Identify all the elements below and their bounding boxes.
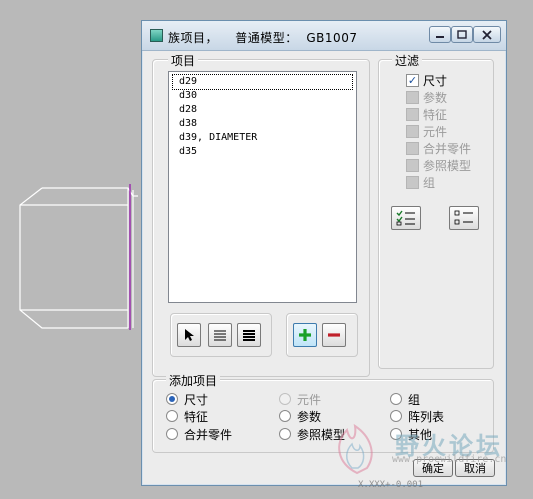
filter-option-label: 组 (423, 175, 436, 190)
add-option[interactable]: 合并零件 (166, 426, 232, 442)
add-parameter-radio[interactable] (279, 410, 291, 422)
filter-option-label: 参照模型 (423, 158, 472, 173)
add-option[interactable]: 组 (390, 391, 420, 407)
list-item[interactable]: d38 (173, 117, 352, 131)
add-items-group-label: 添加项目 (166, 372, 221, 389)
plus-icon (299, 329, 311, 341)
list-item[interactable]: d39, DIAMETER (173, 131, 352, 145)
add-option-label: 特征 (184, 409, 209, 424)
add-dimension-radio[interactable] (166, 393, 178, 405)
list-item[interactable]: d29 (172, 74, 353, 90)
add-option-label: 元件 (297, 392, 322, 407)
add-option[interactable]: 参照模型 (279, 426, 345, 442)
add-merge-part-radio[interactable] (166, 428, 178, 440)
add-other-radio[interactable] (390, 428, 402, 440)
add-reference-model-radio[interactable] (279, 428, 291, 440)
filter-option-label: 合并零件 (423, 141, 472, 156)
add-option-label: 参数 (297, 409, 322, 424)
minimize-button[interactable] (429, 26, 451, 43)
part-outline (19, 187, 138, 329)
list-item[interactable]: d30 (173, 89, 352, 103)
filter-component-checkbox (406, 124, 419, 138)
filter-reference-model-checkbox (406, 158, 419, 172)
filter-feature-checkbox (406, 107, 419, 121)
window-app-icon (150, 29, 163, 42)
select-list-button[interactable] (208, 323, 232, 347)
filter-option: 合并零件 (406, 140, 471, 156)
add-item-button[interactable] (293, 323, 317, 347)
filter-option: 组 (406, 174, 435, 190)
add-option[interactable]: 参数 (279, 408, 321, 424)
remove-item-button[interactable] (322, 323, 346, 347)
add-option: 元件 (279, 391, 321, 407)
list-lines-icon (214, 330, 226, 341)
maximize-button[interactable] (451, 26, 473, 43)
filter-parameter-checkbox (406, 90, 419, 104)
filter-option: 特征 (406, 106, 447, 122)
add-option[interactable]: 阵列表 (390, 408, 444, 424)
select-pointer-button[interactable] (177, 323, 201, 347)
filter-option-label: 参数 (423, 90, 448, 105)
cancel-button[interactable]: 取消 (455, 459, 495, 477)
add-option-label: 其他 (408, 427, 433, 442)
items-group-label: 项目 (168, 52, 199, 69)
add-option-label: 合并零件 (184, 427, 233, 442)
filter-option-label: 特征 (423, 107, 448, 122)
check-all-icon (396, 210, 415, 226)
add-group-radio[interactable] (390, 393, 402, 405)
maximize-icon (457, 30, 467, 39)
list-item[interactable]: d28 (173, 103, 352, 117)
uncheck-all-icon (454, 210, 473, 225)
filter-option: 元件 (406, 123, 447, 139)
add-option[interactable]: 特征 (166, 408, 208, 424)
filter-dimension-checkbox[interactable]: ✓ (406, 73, 419, 87)
select-all-button[interactable] (237, 323, 261, 347)
add-pattern-table-radio[interactable] (390, 410, 402, 422)
items-listbox[interactable]: d29 d30 d28 d38 d39, DIAMETER d35 (168, 71, 357, 303)
add-component-radio (279, 393, 291, 405)
add-option-label: 阵列表 (408, 409, 445, 424)
window-title: 族项目， 普通模型： GB1007 (168, 31, 358, 45)
uncheck-all-button[interactable] (449, 206, 479, 230)
pointer-icon (185, 329, 194, 341)
close-button[interactable] (473, 26, 501, 43)
add-option[interactable]: 其他 (390, 426, 432, 442)
minimize-icon (436, 35, 444, 38)
list-item[interactable]: d35 (173, 145, 352, 159)
list-bold-icon (243, 330, 255, 341)
filter-option: 参照模型 (406, 157, 471, 173)
add-feature-radio[interactable] (166, 410, 178, 422)
ok-button[interactable]: 确定 (413, 459, 453, 477)
filter-group-checkbox (406, 175, 419, 189)
check-all-button[interactable] (391, 206, 421, 230)
close-icon (482, 29, 492, 40)
add-option-label: 参照模型 (297, 427, 346, 442)
filter-option-label: 尺寸 (423, 73, 448, 88)
add-option-label: 组 (408, 392, 421, 407)
filter-merge-part-checkbox (406, 141, 419, 155)
filter-option-label: 元件 (423, 124, 448, 139)
filter-option: 参数 (406, 89, 447, 105)
add-option[interactable]: 尺寸 (166, 391, 208, 407)
filter-group-label: 过滤 (392, 52, 423, 69)
add-option-label: 尺寸 (184, 392, 209, 407)
filter-option[interactable]: ✓ 尺寸 (406, 72, 447, 88)
family-item-dialog: 族项目， 普通模型： GB1007 项目 d29 d30 d28 d38 d39… (141, 20, 507, 486)
minus-icon (328, 333, 340, 337)
title-bar[interactable]: 族项目， 普通模型： GB1007 (142, 21, 506, 51)
